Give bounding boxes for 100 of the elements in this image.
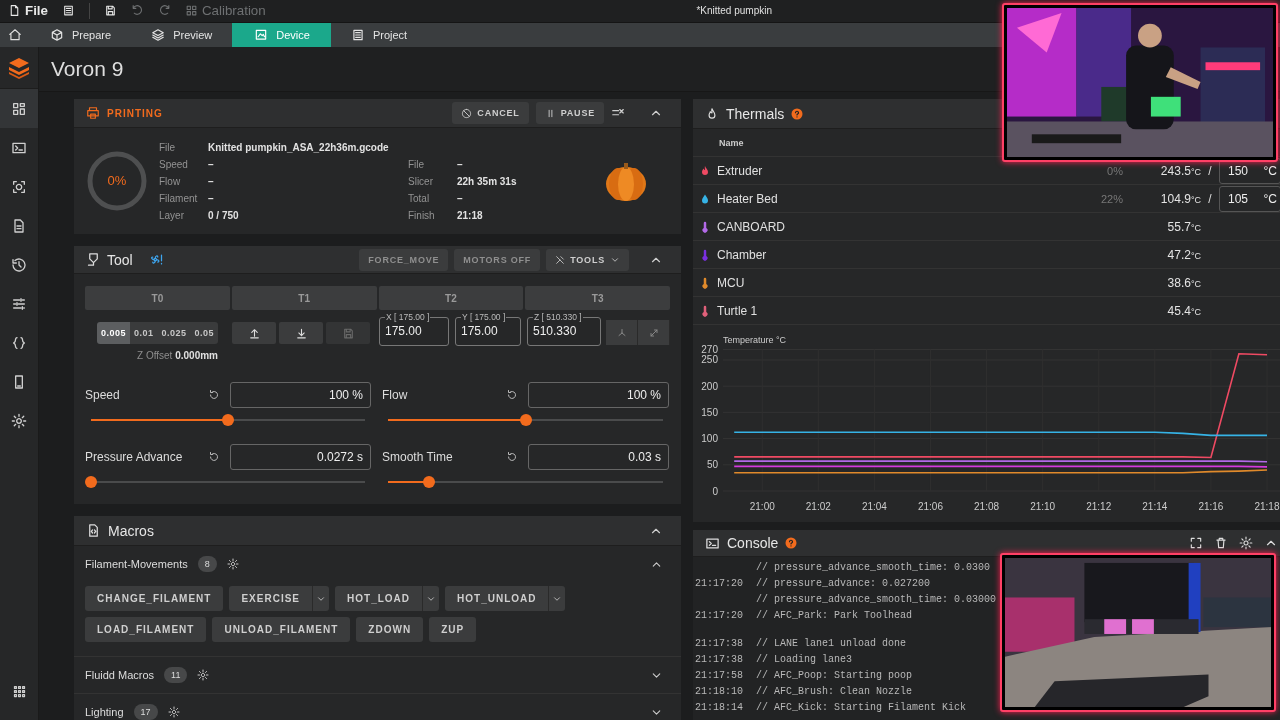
list-icon — [350, 28, 365, 42]
log-message: // pressure_advance_smooth_time: 0.03000 — [756, 593, 997, 605]
save-icon[interactable] — [103, 4, 117, 17]
log-message: // AFC_Park: Park Toolhead — [756, 609, 913, 621]
document-icon[interactable] — [61, 4, 75, 17]
reset-icon[interactable] — [208, 451, 220, 463]
target-field[interactable]: 105 °C — [1219, 185, 1280, 212]
macro-button[interactable]: ZDOWN — [356, 617, 424, 642]
position-field[interactable]: Z [ 510.330 ] 510.330 — [527, 312, 601, 346]
tools-menu-button[interactable]: TOOLS — [546, 248, 629, 271]
macro-button[interactable]: CHANGE_FILAMENT — [85, 586, 224, 611]
macro-button[interactable]: HOT_LOAD — [335, 586, 423, 611]
settings-icon[interactable] — [197, 669, 210, 681]
sliders-icon — [11, 295, 27, 312]
value-field[interactable]: 0.03 s — [528, 444, 669, 470]
slider-thumb[interactable] — [222, 414, 234, 426]
file-icon — [11, 217, 27, 234]
axis-label: 21:06 — [918, 501, 943, 512]
value-field[interactable]: 0.0272 s — [230, 444, 371, 470]
position-field[interactable]: Y [ 175.00 ] 175.00 — [455, 312, 521, 346]
tool-tab[interactable]: T3 — [525, 286, 670, 310]
move-button[interactable] — [279, 322, 323, 344]
window-title: *Knitted pumpkin — [696, 5, 772, 16]
axis-label: 100 — [701, 433, 718, 445]
step-button[interactable]: 0.01 — [129, 322, 158, 344]
axis-label: 21:02 — [805, 501, 831, 512]
trash-icon[interactable] — [1214, 536, 1228, 550]
axis-label: 21:18 — [1254, 501, 1280, 512]
cancel-button[interactable]: CANCEL — [452, 102, 529, 124]
axis-label: 150 — [701, 406, 718, 418]
slider-thumb[interactable] — [423, 476, 436, 488]
position-field[interactable]: X [ 175.00 ] 175.00 — [379, 312, 449, 346]
tool-tab[interactable]: T0 — [85, 286, 230, 310]
sensor-name: Chamber — [717, 247, 768, 262]
step-button[interactable]: 0.005 — [96, 322, 130, 344]
detail-value: 22h 35m 31s — [457, 175, 518, 187]
log-time: 21:18:10 — [694, 685, 744, 697]
value-field[interactable]: 100 % — [528, 382, 669, 408]
value-field[interactable]: 100 % — [230, 382, 371, 408]
axis-label: 200 — [701, 380, 718, 392]
macro-file-icon — [86, 523, 101, 538]
axis-label: 0 — [712, 485, 718, 497]
power-value: 22% — [1099, 192, 1123, 205]
chart-title: Temperature °C — [723, 335, 787, 345]
log-time: 21:17:20 — [694, 577, 744, 589]
help-icon[interactable] — [791, 107, 804, 120]
tab[interactable]: Preview — [131, 23, 233, 47]
tool-tab[interactable]: T1 — [231, 286, 377, 310]
step-button[interactable]: 0.05 — [190, 322, 218, 344]
tab[interactable]: Project — [330, 23, 428, 47]
move-button[interactable] — [232, 322, 276, 344]
log-time: 21:17:20 — [694, 609, 744, 621]
reset-icon[interactable] — [208, 389, 220, 401]
panel-title: Thermals — [726, 105, 785, 122]
axis-label: 21:12 — [1086, 501, 1112, 512]
home-icon[interactable] — [8, 28, 22, 42]
settings-icon[interactable] — [167, 706, 180, 718]
slider-thumb[interactable] — [85, 476, 97, 488]
log-message: // AFC_Brush: Clean Nozzle — [756, 685, 913, 697]
log-message: // AFC_Poop: Starting poop — [756, 669, 913, 681]
settings-icon[interactable] — [226, 558, 239, 570]
tab[interactable]: Prepare — [30, 23, 132, 47]
sidebar-item[interactable] — [0, 89, 38, 128]
temperature-value: 55.7°C — [1166, 219, 1201, 234]
group-name: Lighting — [85, 706, 124, 718]
detail-value: – — [208, 158, 215, 170]
z-offset-text: Z Offset 0.000mm — [137, 350, 218, 361]
progress-label: 0% — [106, 173, 128, 188]
macro-button[interactable]: HOT_UNLOAD — [445, 586, 549, 611]
separator-text: / — [1207, 163, 1213, 178]
reset-icon[interactable] — [506, 389, 518, 401]
detail-value: – — [208, 192, 215, 204]
axis-label: 21:08 — [974, 501, 1000, 512]
help-icon[interactable] — [785, 537, 798, 549]
detail-value: – — [457, 158, 464, 170]
tool-tab[interactable]: T2 — [378, 286, 524, 310]
slider-thumb[interactable] — [519, 414, 532, 426]
reset-icon[interactable] — [506, 451, 518, 463]
detail-label: File — [159, 141, 177, 153]
separator-text: / — [1207, 191, 1213, 206]
log-time: 21:17:58 — [694, 669, 744, 681]
fan-alert-icon — [148, 252, 164, 267]
macro-button[interactable]: EXERCISE — [229, 586, 313, 611]
pause-button[interactable]: PAUSE — [535, 102, 604, 124]
detail-label: Layer — [159, 209, 185, 221]
log-message: // Loading lane3 — [756, 653, 852, 665]
temperature-value: 38.6°C — [1166, 275, 1201, 290]
fullscreen-icon[interactable] — [1189, 536, 1203, 550]
macro-button[interactable]: ZUP — [429, 617, 477, 642]
step-button[interactable]: 0.025 — [157, 322, 191, 344]
macro-button[interactable]: UNLOAD_FILAMENT — [212, 617, 351, 642]
file-menu[interactable]: File — [8, 3, 48, 18]
macro-button[interactable]: LOAD_FILAMENT — [85, 617, 207, 642]
column-header: Name — [719, 137, 744, 148]
axis-label: 21:04 — [861, 501, 887, 512]
sensor-name: Heater Bed — [717, 191, 779, 206]
expand-icon — [647, 326, 660, 339]
sensor-name: MCU — [717, 275, 746, 290]
detail-label: Total — [408, 192, 431, 204]
settings-icon[interactable] — [1239, 536, 1253, 550]
